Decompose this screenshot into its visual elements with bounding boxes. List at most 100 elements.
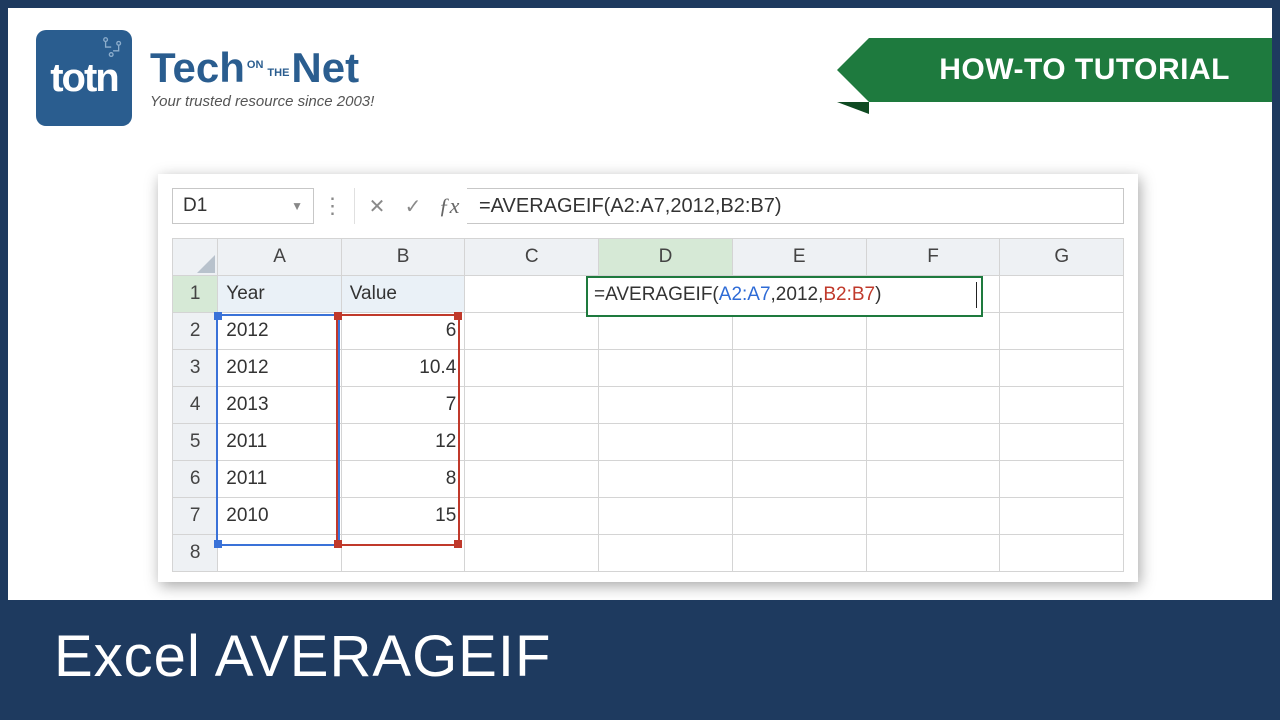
cell-B1[interactable]: Value (341, 276, 465, 313)
cell-A1[interactable]: Year (218, 276, 342, 313)
cell-D4[interactable] (599, 387, 733, 424)
row-header-4[interactable]: 4 (173, 387, 218, 424)
cell-G1[interactable] (1000, 276, 1124, 313)
cell-C4[interactable] (465, 387, 599, 424)
col-header-C[interactable]: C (465, 239, 599, 276)
cell-F5[interactable] (866, 424, 1000, 461)
logo-title-net: Net (291, 44, 359, 91)
fx-icon[interactable]: ƒx (431, 188, 467, 224)
cell-G2[interactable] (1000, 313, 1124, 350)
accept-formula-button[interactable]: ✓ (395, 188, 431, 224)
row-5: 5 2011 12 (173, 424, 1124, 461)
formula-bar: D1 ▼ ⋮ ✕ ✓ ƒx =AVERAGEIF(A2:A7,2012,B2:B… (172, 188, 1124, 224)
cell-E6[interactable] (732, 461, 866, 498)
cell-G3[interactable] (1000, 350, 1124, 387)
cell-F6[interactable] (866, 461, 1000, 498)
name-box[interactable]: D1 ▼ (172, 188, 314, 224)
cell-B2[interactable]: 6 (341, 313, 465, 350)
ribbon-label: HOW-TO TUTORIAL (939, 53, 1230, 87)
cell-E4[interactable] (732, 387, 866, 424)
separator (354, 188, 355, 224)
cell-A7[interactable]: 2010 (218, 498, 342, 535)
row-header-3[interactable]: 3 (173, 350, 218, 387)
cell-D2[interactable] (599, 313, 733, 350)
cell-C8[interactable] (465, 535, 599, 572)
logo-badge-text: totn (50, 56, 118, 101)
formula-range-a: A2:A7 (719, 284, 771, 305)
logo-tagline: Your trusted resource since 2003! (150, 93, 374, 110)
cell-A2[interactable]: 2012 (218, 313, 342, 350)
col-header-F[interactable]: F (866, 239, 1000, 276)
cell-F8[interactable] (866, 535, 1000, 572)
cell-B8[interactable] (341, 535, 465, 572)
formula-input[interactable]: =AVERAGEIF(A2:A7,2012,B2:B7) (467, 188, 1124, 224)
grid-wrapper: A B C D E F G 1 Year Value 2 2012 (172, 238, 1124, 572)
formula-mid: ,2012, (771, 284, 824, 305)
cell-F2[interactable] (866, 313, 1000, 350)
cell-C1[interactable] (465, 276, 599, 313)
cell-G4[interactable] (1000, 387, 1124, 424)
column-header-row: A B C D E F G (173, 239, 1124, 276)
cell-G6[interactable] (1000, 461, 1124, 498)
formula-input-value: =AVERAGEIF(A2:A7,2012,B2:B7) (479, 195, 782, 218)
formula-prefix: =AVERAGEIF( (594, 284, 719, 305)
logo-title-the: THE (267, 68, 289, 79)
cell-A6[interactable]: 2011 (218, 461, 342, 498)
cell-D3[interactable] (599, 350, 733, 387)
row-3: 3 2012 10.4 (173, 350, 1124, 387)
cell-F7[interactable] (866, 498, 1000, 535)
logo-title-on: ON (247, 60, 264, 71)
cell-B6[interactable]: 8 (341, 461, 465, 498)
cell-B7[interactable]: 15 (341, 498, 465, 535)
cell-E2[interactable] (732, 313, 866, 350)
cell-D5[interactable] (599, 424, 733, 461)
cell-A5[interactable]: 2011 (218, 424, 342, 461)
cell-C2[interactable] (465, 313, 599, 350)
cell-G5[interactable] (1000, 424, 1124, 461)
row-7: 7 2010 15 (173, 498, 1124, 535)
cell-F4[interactable] (866, 387, 1000, 424)
ribbon-fold (837, 102, 869, 114)
cell-A4[interactable]: 2013 (218, 387, 342, 424)
title-banner-text: Excel AVERAGEIF (54, 623, 551, 690)
howto-ribbon: HOW-TO TUTORIAL (869, 38, 1272, 102)
row-header-7[interactable]: 7 (173, 498, 218, 535)
row-header-8[interactable]: 8 (173, 535, 218, 572)
active-cell-d1[interactable]: =AVERAGEIF(A2:A7,2012,B2:B7) (586, 276, 983, 317)
col-header-A[interactable]: A (218, 239, 342, 276)
formula-range-b: B2:B7 (823, 284, 875, 305)
cell-B4[interactable]: 7 (341, 387, 465, 424)
cancel-formula-button[interactable]: ✕ (359, 188, 395, 224)
col-header-E[interactable]: E (732, 239, 866, 276)
text-cursor (976, 282, 977, 308)
col-header-D[interactable]: D (599, 239, 733, 276)
cell-D7[interactable] (599, 498, 733, 535)
cell-C5[interactable] (465, 424, 599, 461)
row-header-2[interactable]: 2 (173, 313, 218, 350)
cell-E7[interactable] (732, 498, 866, 535)
cell-A8[interactable] (218, 535, 342, 572)
cell-G8[interactable] (1000, 535, 1124, 572)
excel-window: D1 ▼ ⋮ ✕ ✓ ƒx =AVERAGEIF(A2:A7,2012,B2:B… (158, 174, 1138, 582)
cell-D8[interactable] (599, 535, 733, 572)
cell-D6[interactable] (599, 461, 733, 498)
cell-C3[interactable] (465, 350, 599, 387)
row-header-5[interactable]: 5 (173, 424, 218, 461)
cell-E8[interactable] (732, 535, 866, 572)
row-header-1[interactable]: 1 (173, 276, 218, 313)
cell-B5[interactable]: 12 (341, 424, 465, 461)
row-header-6[interactable]: 6 (173, 461, 218, 498)
col-header-B[interactable]: B (341, 239, 465, 276)
more-icon[interactable]: ⋮ (314, 188, 350, 224)
chevron-down-icon[interactable]: ▼ (291, 199, 303, 213)
select-all-corner[interactable] (173, 239, 218, 276)
cell-G7[interactable] (1000, 498, 1124, 535)
cell-E3[interactable] (732, 350, 866, 387)
cell-C7[interactable] (465, 498, 599, 535)
col-header-G[interactable]: G (1000, 239, 1124, 276)
cell-C6[interactable] (465, 461, 599, 498)
cell-F3[interactable] (866, 350, 1000, 387)
cell-B3[interactable]: 10.4 (341, 350, 465, 387)
cell-E5[interactable] (732, 424, 866, 461)
cell-A3[interactable]: 2012 (218, 350, 342, 387)
